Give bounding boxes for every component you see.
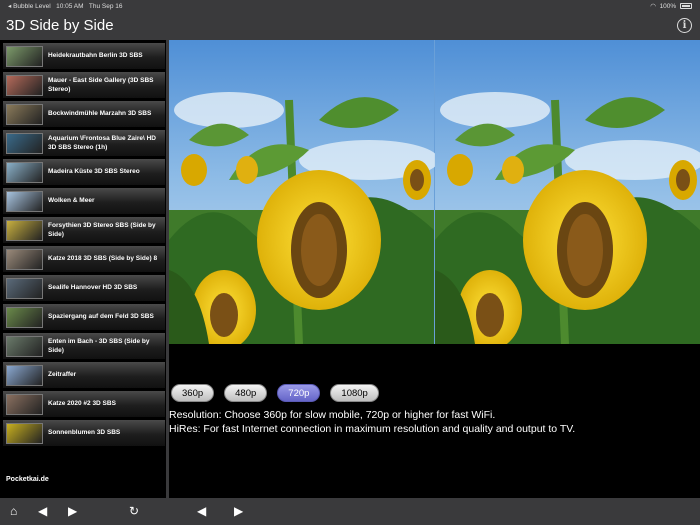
pocketkai-link[interactable]: Pocketkai.de: [6, 476, 49, 483]
video-thumbnail: [6, 249, 43, 270]
video-list: Heidekrautbahn Berlin 3D SBS Mauer - East…: [0, 40, 166, 498]
list-item[interactable]: Wolken & Meer: [3, 188, 165, 215]
list-item[interactable]: Spaziergang auf dem Feld 3D SBS: [3, 304, 165, 331]
video-thumbnail: [6, 191, 43, 212]
list-item[interactable]: Zeitraffer: [3, 362, 165, 389]
video-title: Heidekrautbahn Berlin 3D SBS: [48, 52, 143, 60]
navigation-bar: 3D Side by Side i: [0, 12, 700, 40]
video-thumbnail: [6, 307, 43, 328]
video-thumbnail: [6, 423, 43, 444]
list-item[interactable]: Katze 2018 3D SBS (Side by Side) 8: [3, 246, 165, 273]
video-player[interactable]: [169, 40, 700, 344]
video-thumbnail: [6, 104, 43, 125]
list-item[interactable]: Madeira Küste 3D SBS Stereo: [3, 159, 165, 186]
page-title: 3D Side by Side: [6, 17, 114, 34]
resolution-description: Resolution: Choose 360p for slow mobile,…: [169, 409, 575, 436]
reload-icon[interactable]: ↻: [129, 504, 139, 518]
video-title: Katze 2018 3D SBS (Side by Side) 8: [48, 255, 158, 263]
info-icon[interactable]: i: [677, 18, 692, 33]
video-thumbnail: [6, 336, 43, 357]
prev-arrow-icon[interactable]: ◀: [38, 504, 47, 518]
resolution-button-720p[interactable]: 720p: [277, 384, 321, 402]
status-time: 10:05 AM: [56, 3, 84, 10]
status-bar: ◂ Bubble Level 10:05 AM Thu Sep 16 ◠ 100…: [0, 0, 700, 12]
video-thumbnail: [6, 162, 43, 183]
list-item[interactable]: Forsythien 3D Stereo SBS (Side by Side): [3, 217, 165, 244]
forward-arrow-icon[interactable]: ▶: [234, 504, 243, 518]
status-date: Thu Sep 16: [88, 3, 123, 10]
list-item[interactable]: Katze 2020 #2 3D SBS: [3, 391, 165, 418]
list-item[interactable]: Sonnenblumen 3D SBS: [3, 420, 165, 447]
video-thumbnail: [6, 75, 43, 96]
list-item[interactable]: Bockwindmühle Marzahn 3D SBS: [3, 101, 165, 128]
video-title: Wolken & Meer: [48, 197, 95, 205]
video-title: Zeitraffer: [48, 371, 77, 379]
status-right: ◠ 100%: [650, 2, 692, 10]
back-to-app-link[interactable]: ◂ Bubble Level: [8, 3, 51, 10]
battery-icon: [680, 3, 692, 9]
list-item[interactable]: Aquarium \Frontosa Blue Zaire\ HD 3D SBS…: [3, 130, 165, 157]
video-title: Bockwindmühle Marzahn 3D SBS: [48, 110, 152, 118]
video-thumbnail: [6, 394, 43, 415]
video-title: Sonnenblumen 3D SBS: [48, 429, 121, 437]
list-item[interactable]: Heidekrautbahn Berlin 3D SBS: [3, 43, 165, 70]
video-title: Katze 2020 #2 3D SBS: [48, 400, 116, 408]
video-thumbnail: [6, 220, 43, 241]
list-item[interactable]: Sealife Hannover HD 3D SBS: [3, 275, 165, 302]
video-title: Madeira Küste 3D SBS Stereo: [48, 168, 140, 176]
list-item[interactable]: Mauer - East Side Gallery (3D SBS Stereo…: [3, 72, 165, 99]
description-line-2: HiRes: For fast Internet connection in m…: [169, 422, 576, 435]
home-icon[interactable]: ⌂: [10, 504, 17, 518]
video-thumbnail: [6, 365, 43, 386]
resolution-button-360p[interactable]: 360p: [171, 384, 215, 402]
description-line-1: Resolution: Choose 360p for slow mobile,…: [169, 409, 496, 421]
resolution-selector: 360p 480p 720p 1080p: [171, 384, 379, 402]
back-arrow-icon[interactable]: ◀: [197, 504, 206, 518]
wifi-icon: ◠: [650, 3, 656, 10]
video-title: Aquarium \Frontosa Blue Zaire\ HD 3D SBS…: [48, 135, 156, 151]
video-title: Spaziergang auf dem Feld 3D SBS: [48, 313, 154, 321]
video-title: Forsythien 3D Stereo SBS (Side by Side): [48, 222, 156, 238]
video-thumbnail: [6, 133, 43, 154]
video-title: Enten im Bach - 3D SBS (Side by Side): [48, 338, 150, 354]
list-item[interactable]: Enten im Bach - 3D SBS (Side by Side): [3, 333, 165, 360]
battery-percent: 100%: [659, 3, 677, 10]
resolution-button-480p[interactable]: 480p: [224, 384, 268, 402]
video-frame: [169, 40, 700, 344]
status-left: ◂ Bubble Level 10:05 AM Thu Sep 16: [8, 2, 122, 10]
video-thumbnail: [6, 46, 43, 67]
video-title: Sealife Hannover HD 3D SBS: [48, 284, 138, 292]
video-title: Mauer - East Side Gallery (3D SBS Stereo…: [48, 77, 154, 93]
video-thumbnail: [6, 278, 43, 299]
resolution-button-1080p[interactable]: 1080p: [330, 384, 379, 402]
bottom-toolbar: ⌂ ◀ ▶ ↻ ◀ ▶: [0, 498, 700, 525]
next-arrow-icon[interactable]: ▶: [68, 504, 77, 518]
